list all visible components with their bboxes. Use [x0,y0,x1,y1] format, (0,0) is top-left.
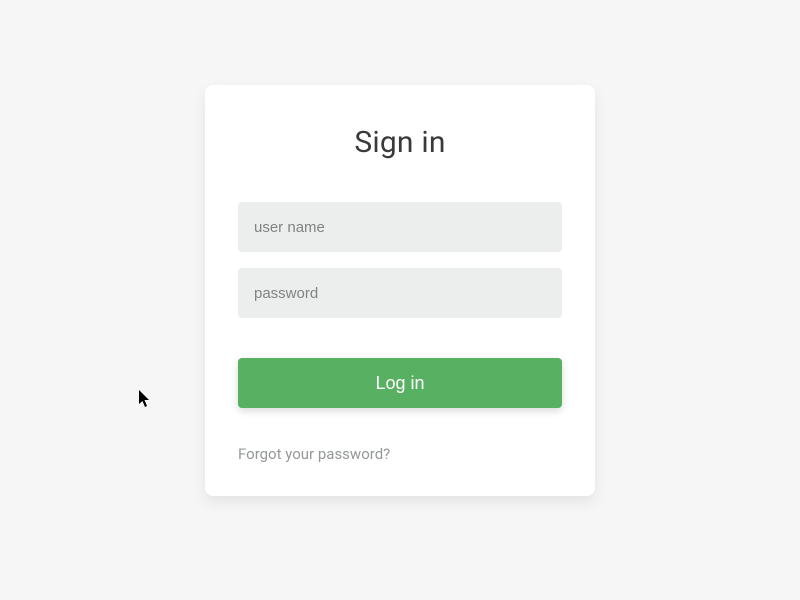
username-input[interactable] [238,202,562,252]
login-button[interactable]: Log in [238,358,562,408]
login-card: Sign in Log in Forgot your password? [205,85,595,496]
cursor-icon [139,390,153,408]
signin-title: Sign in [238,125,562,160]
password-input[interactable] [238,268,562,318]
forgot-password-link[interactable]: Forgot your password? [238,445,390,463]
